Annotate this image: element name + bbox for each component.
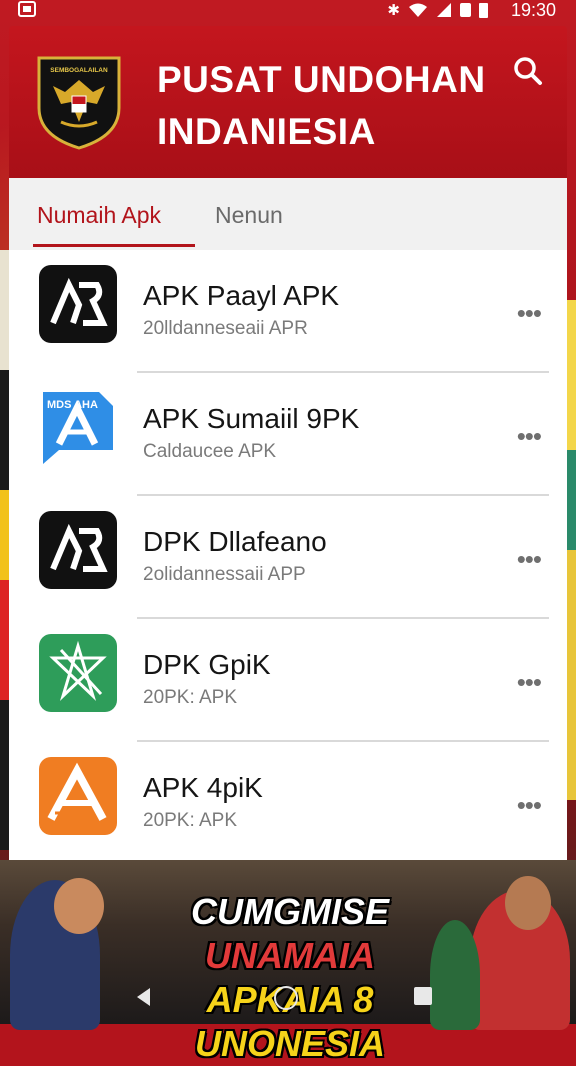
more-options-icon[interactable]: ••• <box>517 790 542 821</box>
status-icons: ✱ <box>387 1 488 19</box>
black-ar-logo-icon <box>39 511 117 589</box>
app-subtitle: Caldaucee APK <box>143 441 277 462</box>
system-nav-bar <box>0 974 576 1024</box>
more-options-icon[interactable]: ••• <box>517 298 542 329</box>
app-name: DPK Dllafeano <box>143 526 327 557</box>
signal-icon <box>437 3 451 17</box>
app-header: SEMBOGALAILAN PUSAT UNDOHAN INDANIESIA <box>9 26 567 178</box>
list-item[interactable]: APK 4piK 20PK: APK ••• <box>9 742 567 865</box>
list-item[interactable]: APK Paayl APK 20lldanneseaii APR ••• <box>9 250 567 373</box>
search-icon[interactable] <box>513 56 543 86</box>
app-name: DPK GpiK <box>143 649 271 680</box>
page-title: PUSAT UNDOHAN INDANIESIA <box>157 54 517 158</box>
active-tab-indicator <box>33 244 195 247</box>
status-bar: ✱ 19:30 <box>0 0 576 22</box>
clock: 19:30 <box>510 0 556 20</box>
banner-line-1: CUMGMISE UNAMAIA <box>110 890 470 978</box>
banner-red-text: UNAMAIA <box>205 935 375 976</box>
background-decoration-right <box>566 300 576 800</box>
app-name: APK 4piK <box>143 772 263 803</box>
home-icon[interactable] <box>274 986 298 1010</box>
tab-bar: Numaih Apk Nenun <box>9 178 567 250</box>
wifi-icon <box>409 3 427 17</box>
title-line-2: INDANIESIA <box>157 111 376 152</box>
tab-nenun[interactable]: Nenun <box>215 202 283 229</box>
tab-numaih-apk[interactable]: Numaih Apk <box>37 202 161 229</box>
emblem-text: SEMBOGALAILAN <box>50 67 108 74</box>
app-name: APK Sumaiil 9PK <box>143 403 360 434</box>
list-item[interactable]: DPK Dllafeano 2olidannessaii APP ••• <box>9 496 567 619</box>
back-icon[interactable] <box>137 988 150 1006</box>
person-figure <box>54 878 104 934</box>
green-star-logo-icon <box>39 634 117 712</box>
garuda-emblem-logo: SEMBOGALAILAN <box>37 56 121 150</box>
battery-icon <box>479 2 488 18</box>
list-item[interactable]: MDS AHA APK Sumaiil 9PK Caldaucee APK ••… <box>9 373 567 496</box>
list-item[interactable]: DPK GpiK 20PK: APK ••• <box>9 619 567 742</box>
app-name: APK Paayl APK <box>143 280 340 311</box>
orange-a-logo-icon <box>39 757 117 835</box>
blue-a-chat-logo-icon: MDS AHA <box>43 392 113 464</box>
more-options-icon[interactable]: ••• <box>517 544 542 575</box>
sim-icon <box>460 3 471 17</box>
more-options-icon[interactable]: ••• <box>517 421 542 452</box>
recent-apps-icon[interactable] <box>414 987 432 1005</box>
app-subtitle: 2olidannessaii APP <box>143 564 306 585</box>
black-ar-logo-icon <box>39 265 117 343</box>
person-figure <box>505 876 551 930</box>
screenshot-notification-icon <box>18 1 36 17</box>
banner-white-text: CUMGMISE <box>191 891 389 932</box>
app-subtitle: 20PK: APK <box>143 810 238 831</box>
app-subtitle: 20lldanneseaii APR <box>143 318 308 339</box>
title-line-1: PUSAT UNDOHAN <box>157 59 486 100</box>
more-options-icon[interactable]: ••• <box>517 667 542 698</box>
bluetooth-icon: ✱ <box>387 2 400 19</box>
app-list: APK Paayl APK 20lldanneseaii APR ••• MDS… <box>9 250 567 860</box>
app-subtitle: 20PK: APK <box>143 687 238 708</box>
